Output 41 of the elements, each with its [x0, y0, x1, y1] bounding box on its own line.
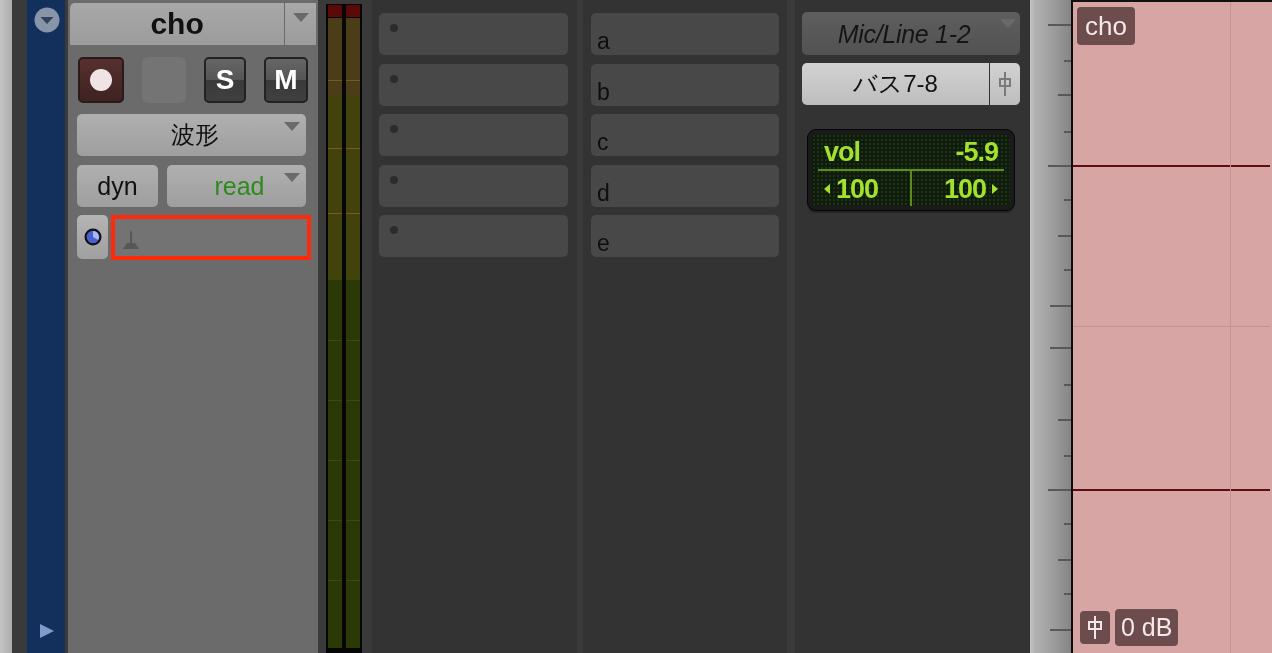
- down-caret-icon[interactable]: [34, 7, 60, 33]
- clock-icon: [83, 228, 102, 246]
- pan-right-value: 100: [943, 173, 986, 204]
- track-name[interactable]: cho: [70, 3, 285, 45]
- caret-icon: [292, 13, 309, 22]
- dot-icon: [390, 74, 398, 83]
- region-name: cho: [1077, 7, 1135, 45]
- mute-button[interactable]: M: [264, 57, 308, 103]
- insert-slot[interactable]: [379, 63, 568, 106]
- right-caret-icon[interactable]: [39, 623, 55, 639]
- left-arrow-icon: [824, 183, 830, 194]
- audio-region[interactable]: cho 0 dB: [1073, 0, 1272, 653]
- clock-button[interactable]: [77, 215, 108, 259]
- volume-value: -5.9: [955, 136, 998, 167]
- caret-icon: [284, 122, 300, 131]
- dot-icon: [390, 175, 398, 184]
- insert-slot[interactable]: [379, 164, 568, 207]
- spike-icon: [123, 230, 139, 249]
- dot-icon: [390, 24, 398, 32]
- volume-label: vol: [824, 136, 860, 167]
- circle-icon: [90, 69, 112, 91]
- insert-slot[interactable]: [379, 13, 568, 55]
- view-dropdown[interactable]: 波形: [77, 114, 306, 156]
- fader-icon: [1080, 611, 1110, 644]
- gain-label: 0 dB: [1115, 609, 1179, 646]
- right-arrow-icon: [992, 183, 998, 194]
- insert-slot[interactable]: [379, 215, 568, 257]
- pan-left-value: 100: [836, 173, 879, 204]
- record-button[interactable]: [78, 57, 124, 103]
- insert-slot[interactable]: [379, 114, 568, 156]
- input-field[interactable]: [111, 215, 311, 260]
- fader-button[interactable]: [990, 63, 1020, 105]
- solo-button[interactable]: S: [204, 57, 246, 103]
- volume-display[interactable]: vol -5.9 100 100: [807, 129, 1015, 211]
- menu-button[interactable]: [285, 3, 316, 45]
- dot-icon: [390, 125, 398, 133]
- caret-icon: [284, 173, 300, 182]
- fader-icon: [999, 72, 1011, 96]
- output-button[interactable]: バス7-8: [802, 63, 989, 105]
- dyn-button[interactable]: dyn: [77, 165, 158, 207]
- dot-icon: [390, 226, 398, 234]
